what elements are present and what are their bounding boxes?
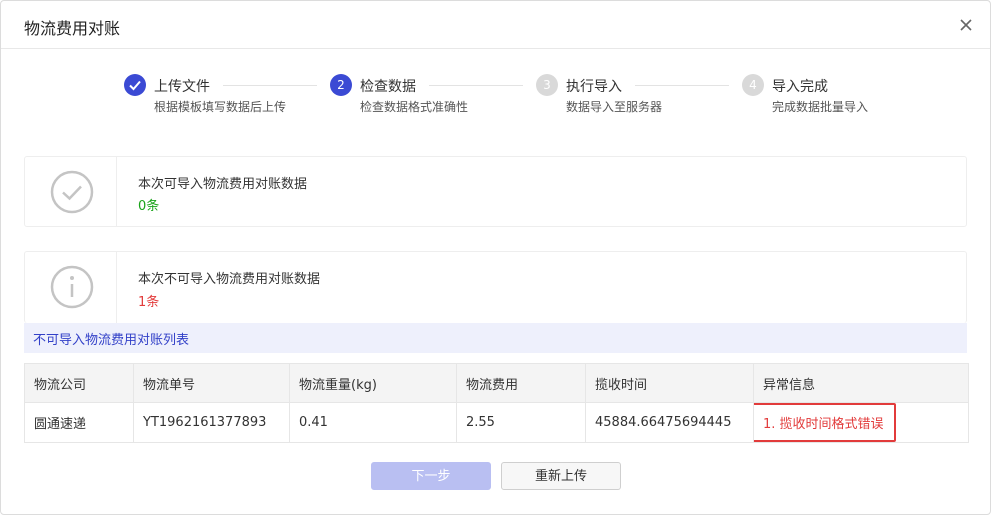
not-importable-count: 1条: [138, 295, 160, 310]
step-label: 导入完成: [772, 79, 828, 95]
col-weight: 物流重量(kg): [289, 363, 457, 403]
import-dialog: 物流费用对账 上传文件 根据模板填写数据后上传 2 检查数据 检查数据格式准确性…: [0, 0, 991, 515]
step-number: 3: [536, 74, 558, 96]
error-message: 1. 揽收时间格式错误: [754, 403, 896, 442]
step-number: 2: [330, 74, 352, 96]
icon-cell: [25, 157, 117, 226]
col-pickup-time: 揽收时间: [585, 363, 754, 403]
importable-count: 0条: [138, 199, 160, 214]
cell-weight: 0.41: [289, 402, 457, 443]
error-table: 物流公司 物流单号 物流重量(kg) 物流费用 揽收时间 异常信息 圆通速递 Y…: [24, 363, 969, 443]
step-connector: [429, 85, 523, 86]
step-desc: 检查数据格式准确性: [360, 100, 469, 114]
cell-tracking-number: YT1962161377893: [133, 402, 290, 443]
step-label: 执行导入: [566, 79, 622, 95]
cell-fee: 2.55: [456, 402, 586, 443]
cell-logistics-company: 圆通速递: [24, 402, 134, 443]
col-tracking-number: 物流单号: [133, 363, 290, 403]
col-fee: 物流费用: [456, 363, 586, 403]
importable-summary-card: 本次可导入物流费用对账数据 0条: [24, 156, 967, 227]
step-label: 上传文件: [154, 79, 210, 95]
dialog-header: 物流费用对账: [1, 1, 990, 49]
check-circle-icon: [50, 170, 94, 214]
icon-cell: [25, 252, 117, 323]
close-icon[interactable]: [956, 15, 976, 35]
step-desc: 数据导入至服务器: [566, 100, 663, 114]
col-logistics-company: 物流公司: [24, 363, 134, 403]
step-desc: 根据模板填写数据后上传: [154, 100, 287, 114]
reupload-button[interactable]: 重新上传: [501, 462, 621, 490]
cell-error-info: 1. 揽收时间格式错误: [753, 402, 969, 443]
step-label: 检查数据: [360, 79, 416, 95]
not-importable-title: 本次不可导入物流费用对账数据: [138, 272, 321, 287]
error-list-header: 不可导入物流费用对账列表: [24, 323, 967, 353]
table-row: 圆通速递 YT1962161377893 0.41 2.55 45884.664…: [24, 402, 969, 443]
dialog-title: 物流费用对账: [24, 19, 121, 38]
not-importable-summary-card: 本次不可导入物流费用对账数据 1条: [24, 251, 967, 323]
step-desc: 完成数据批量导入: [772, 100, 869, 114]
col-error-info: 异常信息: [753, 363, 969, 403]
check-icon: [124, 74, 146, 96]
step-connector: [223, 85, 317, 86]
info-circle-icon: [50, 265, 94, 309]
next-step-button[interactable]: 下一步: [371, 462, 491, 490]
importable-title: 本次可导入物流费用对账数据: [138, 177, 308, 192]
table-header-row: 物流公司 物流单号 物流重量(kg) 物流费用 揽收时间 异常信息: [24, 363, 969, 403]
step-connector: [635, 85, 729, 86]
step-number: 4: [742, 74, 764, 96]
error-list-title: 不可导入物流费用对账列表: [33, 333, 190, 348]
cell-pickup-time: 45884.66475694445: [585, 402, 754, 443]
